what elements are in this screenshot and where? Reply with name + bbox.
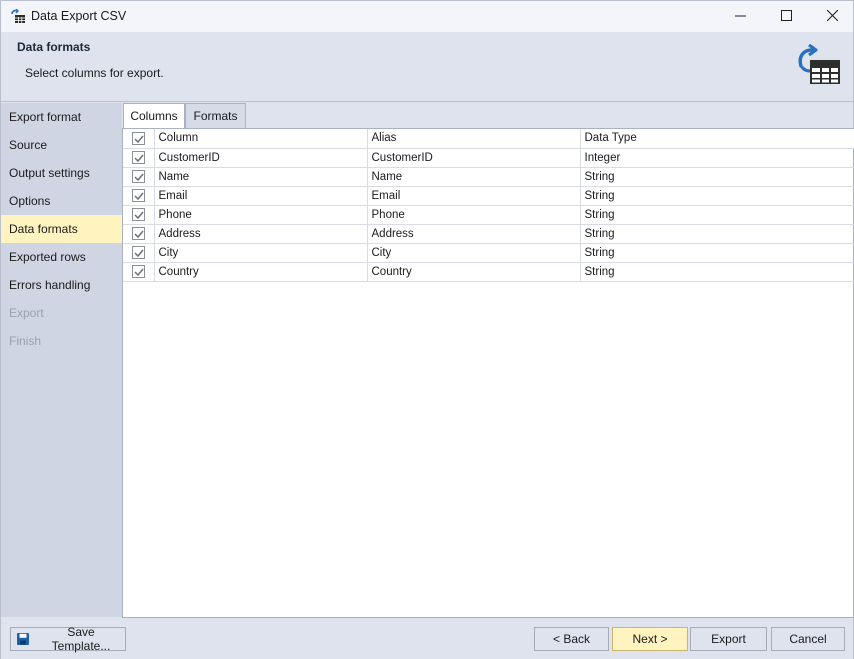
cell-alias[interactable]: CustomerID <box>367 148 581 168</box>
row-checkbox-cell[interactable] <box>123 186 155 206</box>
step-export: Export <box>9 306 44 320</box>
table-row[interactable]: Country Country String <box>123 262 854 282</box>
cell-column[interactable]: Name <box>154 167 368 187</box>
page-subtitle: Select columns for export. <box>25 66 164 80</box>
cell-alias[interactable]: Email <box>367 186 581 206</box>
row-checkbox[interactable] <box>131 170 145 183</box>
table-row[interactable]: Email Email String <box>123 186 854 206</box>
step-exported-rows[interactable]: Exported rows <box>1 243 122 271</box>
cancel-button[interactable]: Cancel <box>771 627 845 651</box>
table-row[interactable]: Address Address String <box>123 224 854 244</box>
step-options[interactable]: Options <box>1 187 122 215</box>
row-checkbox-cell[interactable] <box>123 205 155 225</box>
save-template-button[interactable]: Save Template... <box>10 625 126 653</box>
step-output-settings[interactable]: Output settings <box>1 159 122 187</box>
cell-column[interactable]: CustomerID <box>154 148 368 168</box>
cell-alias[interactable]: Name <box>367 167 581 187</box>
cell-column[interactable]: Country <box>154 262 368 282</box>
row-checkbox[interactable] <box>131 246 145 259</box>
step-data-formats[interactable]: Data formats <box>1 215 122 243</box>
table-row[interactable]: CustomerID CustomerID Integer <box>123 148 854 168</box>
maximize-icon <box>780 9 792 24</box>
table-export-icon <box>796 43 842 86</box>
row-checkbox-cell[interactable] <box>123 243 155 263</box>
cell-data-type[interactable]: String <box>580 205 854 225</box>
cell-data-type[interactable]: String <box>580 167 854 187</box>
cell-column[interactable]: Email <box>154 186 368 206</box>
save-template-label: Save Template... <box>51 625 111 653</box>
tab-columns[interactable]: Columns <box>123 103 185 129</box>
close-button[interactable] <box>809 1 854 32</box>
row-checkbox[interactable] <box>131 227 145 240</box>
cell-column[interactable]: City <box>154 243 368 263</box>
cell-column[interactable]: Address <box>154 224 368 244</box>
title-bar: Data Export CSV <box>1 1 853 32</box>
select-all-checkbox-cell[interactable] <box>123 129 155 149</box>
tab-formats[interactable]: Formats <box>185 103 246 129</box>
row-checkbox-cell[interactable] <box>123 262 155 282</box>
table-row[interactable]: City City String <box>123 243 854 263</box>
close-icon <box>826 9 838 24</box>
minimize-icon <box>734 10 746 24</box>
row-checkbox-cell[interactable] <box>123 167 155 187</box>
cell-data-type[interactable]: String <box>580 186 854 206</box>
next-button[interactable]: Next > <box>612 627 688 651</box>
back-button[interactable]: < Back <box>534 627 609 651</box>
wizard-header: Data formats Select columns for export. <box>1 32 853 102</box>
export-button[interactable]: Export <box>690 627 767 651</box>
cell-data-type[interactable]: String <box>580 243 854 263</box>
window-title: Data Export CSV <box>31 9 127 23</box>
step-errors-handling[interactable]: Errors handling <box>1 271 122 299</box>
save-icon <box>17 633 29 645</box>
cell-alias[interactable]: Country <box>367 262 581 282</box>
row-checkbox[interactable] <box>131 189 145 202</box>
page-title: Data formats <box>17 40 91 54</box>
cell-data-type[interactable]: String <box>580 262 854 282</box>
row-checkbox[interactable] <box>131 208 145 221</box>
table-row[interactable]: Phone Phone String <box>123 205 854 225</box>
wizard-footer: Save Template... < Back Next > Export Ca… <box>1 618 853 659</box>
select-all-checkbox[interactable] <box>131 131 145 145</box>
column-header-column[interactable]: Column <box>154 129 368 149</box>
wizard-steps-sidebar: Export format Source Output settings Opt… <box>1 103 122 617</box>
minimize-button[interactable] <box>717 1 763 32</box>
cell-data-type[interactable]: Integer <box>580 148 854 168</box>
export-wizard-window: Data Export CSV Data formats Select colu… <box>0 0 854 659</box>
table-row[interactable]: Name Name String <box>123 167 854 187</box>
table-export-icon <box>10 8 26 24</box>
columns-grid: Column Alias Data Type CustomerID Custom… <box>122 128 854 618</box>
columns-table: Column Alias Data Type CustomerID Custom… <box>123 129 854 282</box>
table-header-row: Column Alias Data Type <box>123 129 854 149</box>
step-finish: Finish <box>9 334 42 348</box>
row-checkbox-cell[interactable] <box>123 148 155 168</box>
cell-alias[interactable]: Phone <box>367 205 581 225</box>
cell-alias[interactable]: City <box>367 243 581 263</box>
column-header-data-type[interactable]: Data Type <box>580 129 854 149</box>
row-checkbox-cell[interactable] <box>123 224 155 244</box>
row-checkbox[interactable] <box>131 151 145 164</box>
column-header-alias[interactable]: Alias <box>367 129 581 149</box>
step-export-format[interactable]: Export format <box>1 103 122 131</box>
maximize-button[interactable] <box>763 1 809 32</box>
cell-alias[interactable]: Address <box>367 224 581 244</box>
step-source[interactable]: Source <box>1 131 122 159</box>
row-checkbox[interactable] <box>131 265 145 278</box>
cell-column[interactable]: Phone <box>154 205 368 225</box>
cell-data-type[interactable]: String <box>580 224 854 244</box>
